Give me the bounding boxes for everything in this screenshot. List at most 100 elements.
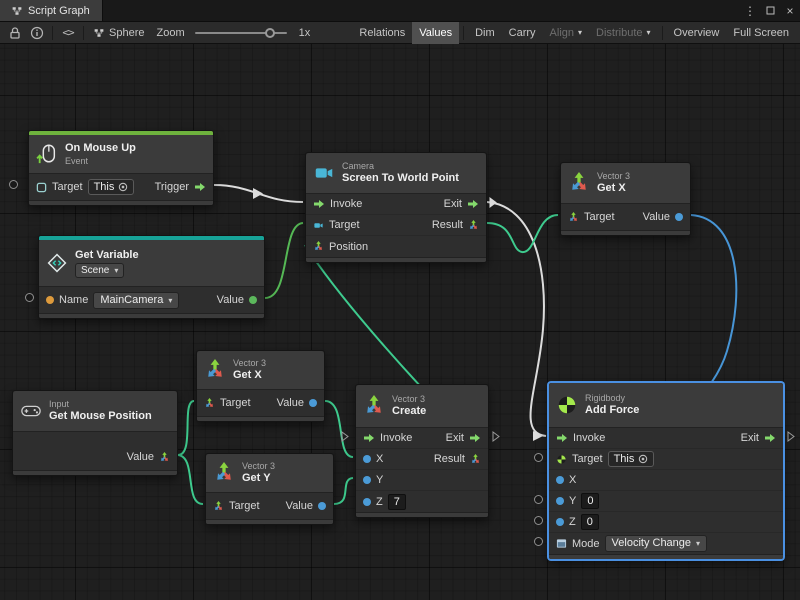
close-icon[interactable]: ×: [780, 0, 800, 21]
port-pin[interactable]: [9, 180, 18, 189]
mode-dropdown[interactable]: Velocity Change ▾: [605, 535, 708, 552]
port-pin[interactable]: [534, 495, 543, 504]
enum-icon[interactable]: [556, 538, 567, 549]
rigidbody-type-icon[interactable]: [556, 454, 567, 465]
vector3-port-icon[interactable]: [568, 212, 579, 223]
float-port-icon[interactable]: [363, 476, 371, 484]
graph-context[interactable]: Sphere: [88, 22, 150, 44]
wire-exit-to-addforce-invoke[interactable]: [487, 202, 546, 436]
float-port-icon[interactable]: [363, 498, 371, 506]
node-create-vector3[interactable]: Vector 3 Create Invoke Exit X Result: [355, 384, 489, 518]
camera-type-icon[interactable]: [313, 220, 324, 231]
float-port-icon[interactable]: [556, 497, 564, 505]
port-pin-triangle[interactable]: [341, 431, 349, 442]
node-title: Get Mouse Position: [49, 410, 152, 423]
object-port-icon[interactable]: [249, 296, 257, 304]
port-label: Position: [329, 241, 368, 253]
tab-script-graph[interactable]: Script Graph: [0, 0, 103, 21]
this-chip[interactable]: This: [88, 179, 135, 195]
lock-icon[interactable]: [4, 22, 26, 44]
node-get-mouse-position[interactable]: Input Get Mouse Position Value: [12, 390, 178, 476]
node-get-x-top[interactable]: Vector 3 Get X Target Value: [560, 162, 691, 236]
node-header: Vector 3 Get X: [197, 351, 324, 389]
float-port-icon[interactable]: [318, 502, 326, 510]
port-label: X: [569, 474, 576, 486]
z-input[interactable]: 7: [388, 494, 406, 510]
float-port-icon[interactable]: [363, 455, 371, 463]
variable-scope-dropdown[interactable]: Scene ▾: [75, 263, 124, 278]
vector3-icon: [213, 462, 235, 484]
camera-icon: [313, 162, 335, 184]
wire-variable-to-camera-target[interactable]: [265, 223, 303, 298]
vector3-port-icon[interactable]: [470, 454, 481, 465]
node-add-force[interactable]: Rigidbody Add Force Invoke Exit Target T…: [548, 382, 784, 560]
port-row-z: Z 0: [549, 512, 783, 533]
info-icon[interactable]: [26, 22, 48, 44]
carry-button[interactable]: Carry: [502, 22, 543, 44]
zoom-slider-handle[interactable]: [265, 28, 275, 38]
code-icon[interactable]: <>: [57, 22, 79, 44]
node-on-mouse-up[interactable]: On Mouse Up Event Target This Trigger: [28, 130, 214, 206]
port-row-mode: Mode Velocity Change ▾: [549, 533, 783, 554]
port-label: Y: [569, 495, 576, 507]
port-pin[interactable]: [534, 453, 543, 462]
window-tab-bar: Script Graph ⋮ ×: [0, 0, 800, 22]
vector3-port-icon[interactable]: [159, 452, 170, 463]
this-chip[interactable]: This: [608, 451, 655, 467]
graph-canvas[interactable]: On Mouse Up Event Target This Trigger: [0, 44, 800, 600]
vector3-port-icon[interactable]: [213, 501, 224, 512]
port-label: Value: [127, 451, 154, 463]
align-button[interactable]: Align▾: [543, 22, 589, 44]
exec-in-icon[interactable]: [556, 433, 568, 443]
node-get-y[interactable]: Vector 3 Get Y Target Value: [205, 453, 334, 525]
vector3-port-icon[interactable]: [468, 220, 479, 231]
node-footer: [29, 200, 213, 205]
port-pin[interactable]: [534, 537, 543, 546]
wire-mouse-to-getx-target[interactable]: [178, 401, 194, 455]
exec-out-icon[interactable]: [469, 433, 481, 443]
float-port-icon[interactable]: [556, 476, 564, 484]
vector3-port-icon[interactable]: [204, 398, 215, 409]
exec-in-icon[interactable]: [363, 433, 375, 443]
port-pin-triangle[interactable]: [489, 197, 497, 208]
variable-name-dropdown[interactable]: MainCamera ▾: [93, 292, 179, 309]
z-input[interactable]: 0: [581, 514, 599, 530]
toolbar-separator: [662, 26, 663, 40]
node-get-x[interactable]: Vector 3 Get X Target Value: [196, 350, 325, 422]
port-pin-triangle[interactable]: [492, 431, 500, 442]
distribute-button[interactable]: Distribute▾: [589, 22, 657, 44]
port-pin-triangle[interactable]: [787, 431, 795, 442]
node-footer: [206, 519, 333, 524]
full-screen-button[interactable]: Full Screen: [726, 22, 796, 44]
kebab-menu-icon[interactable]: ⋮: [740, 0, 760, 21]
maximize-icon[interactable]: [760, 0, 780, 21]
wire-getx-to-create-x[interactable]: [325, 401, 353, 457]
node-title: Add Force: [585, 404, 639, 417]
wire-mouse-to-gety-target[interactable]: [178, 455, 203, 504]
script-graph-icon: [12, 6, 22, 16]
float-port-icon[interactable]: [556, 518, 564, 526]
y-input[interactable]: 0: [581, 493, 599, 509]
node-get-variable[interactable]: Get Variable Scene ▾ Name MainCamera ▾ V…: [38, 235, 265, 319]
dim-button[interactable]: Dim: [468, 22, 502, 44]
gameobject-icon: [36, 182, 47, 193]
exec-out-icon[interactable]: [194, 182, 206, 192]
zoom-slider[interactable]: [195, 32, 287, 34]
float-port-icon[interactable]: [309, 399, 317, 407]
port-pin[interactable]: [534, 516, 543, 525]
node-category: Vector 3: [392, 394, 426, 404]
node-screen-to-world-point[interactable]: Camera Screen To World Point Invoke Exit…: [305, 152, 487, 263]
wire-gety-to-create-y[interactable]: [334, 478, 353, 504]
float-port-icon[interactable]: [675, 213, 683, 221]
vector3-icon: [363, 395, 385, 417]
values-button[interactable]: Values: [412, 22, 459, 44]
relations-button[interactable]: Relations: [352, 22, 412, 44]
exec-in-icon[interactable]: [313, 199, 325, 209]
vector3-port-icon[interactable]: [313, 241, 324, 252]
port-row-invoke: Invoke Exit: [549, 428, 783, 449]
port-pin[interactable]: [25, 293, 34, 302]
string-port-icon[interactable]: [46, 296, 54, 304]
exec-out-icon[interactable]: [764, 433, 776, 443]
overview-button[interactable]: Overview: [667, 22, 727, 44]
exec-out-icon[interactable]: [467, 199, 479, 209]
